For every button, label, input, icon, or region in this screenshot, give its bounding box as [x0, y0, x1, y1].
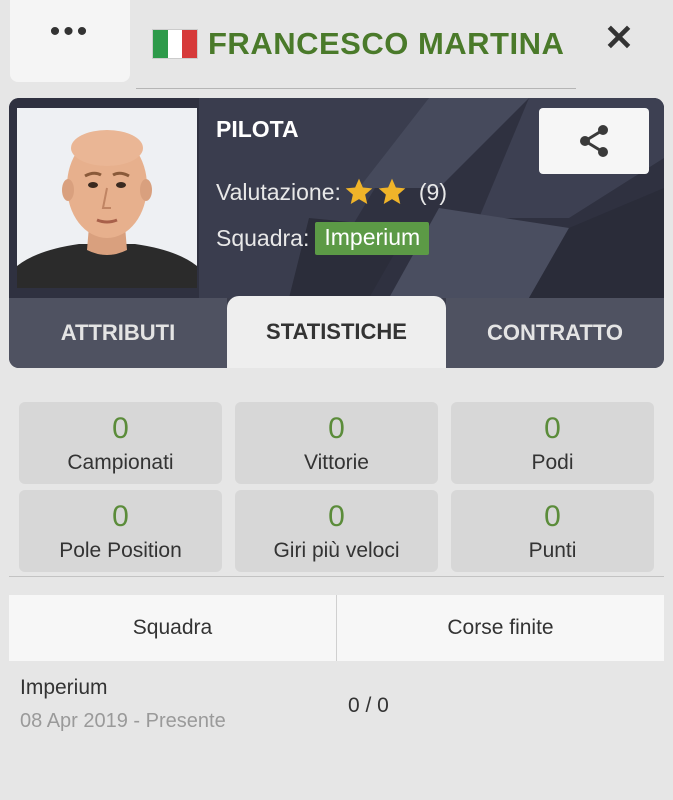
rating-row: Valutazione: (9) — [216, 176, 447, 208]
team-label: Squadra: — [216, 225, 310, 251]
tab-bar: ATTRIBUTI STATISTICHE CONTRATTO — [9, 296, 664, 368]
close-icon: ✕ — [603, 17, 635, 58]
column-header-corse-finite[interactable]: Corse finite — [337, 595, 664, 661]
more-icon: ••• — [49, 15, 91, 48]
stat-card-giri-piu-veloci: 0 Giri più veloci — [235, 490, 438, 572]
stat-card-punti: 0 Punti — [451, 490, 654, 572]
stat-label: Vittorie — [304, 451, 369, 474]
rating-label: Valutazione: — [216, 178, 341, 205]
stat-value: 0 — [328, 500, 345, 533]
flag-stripe-red — [182, 30, 198, 58]
stat-value: 0 — [544, 500, 561, 533]
header-divider — [136, 88, 576, 89]
driver-name: FRANCESCO MARTINA — [208, 26, 565, 61]
history-row-races: 0 / 0 — [348, 694, 389, 717]
share-button[interactable] — [539, 108, 649, 174]
stat-label: Giri più veloci — [273, 539, 400, 562]
column-header-squadra[interactable]: Squadra — [9, 595, 336, 661]
driver-card: PILOTA Valutazione: (9) Squadra: Imperiu… — [9, 98, 664, 368]
driver-avatar — [17, 108, 197, 288]
stat-card-campionati: 0 Campionati — [19, 402, 222, 484]
share-icon — [580, 125, 608, 157]
stat-label: Pole Position — [59, 539, 182, 562]
stat-label: Campionati — [67, 451, 174, 474]
stat-label: Punti — [528, 539, 577, 562]
stat-label: Podi — [531, 451, 574, 474]
stat-card-pole-position: 0 Pole Position — [19, 490, 222, 572]
history-row-team: Imperium — [20, 676, 108, 699]
page-title: FRANCESCO MARTINA — [152, 24, 564, 64]
rating-stars — [343, 176, 409, 208]
tab-contratto[interactable]: CONTRATTO — [446, 298, 664, 368]
star-icon — [345, 178, 373, 204]
star-icon — [378, 178, 406, 204]
stat-value: 0 — [544, 412, 561, 445]
team-row: Squadra: Imperium — [216, 222, 430, 255]
flag-stripe-green — [153, 30, 168, 58]
rating-count: (9) — [418, 178, 448, 205]
stat-card-vittorie: 0 Vittorie — [235, 402, 438, 484]
flag-stripe-white — [167, 30, 183, 58]
italy-flag-icon — [152, 29, 198, 59]
menu-button[interactable]: ••• — [10, 0, 130, 82]
tab-statistiche[interactable]: STATISTICHE — [227, 296, 446, 368]
driver-portrait-icon — [17, 108, 197, 288]
stat-card-podi: 0 Podi — [451, 402, 654, 484]
stat-value: 0 — [328, 412, 345, 445]
driver-role: PILOTA — [216, 116, 299, 142]
history-row-period: 08 Apr 2019 - Presente — [20, 710, 226, 732]
stat-value: 0 — [112, 500, 129, 533]
stat-value: 0 — [112, 412, 129, 445]
section-divider — [9, 576, 664, 577]
team-badge[interactable]: Imperium — [315, 222, 430, 255]
close-button[interactable]: ✕ — [596, 17, 642, 58]
history-table-header: Squadra Corse finite — [9, 595, 664, 661]
tab-attributi[interactable]: ATTRIBUTI — [9, 298, 227, 368]
